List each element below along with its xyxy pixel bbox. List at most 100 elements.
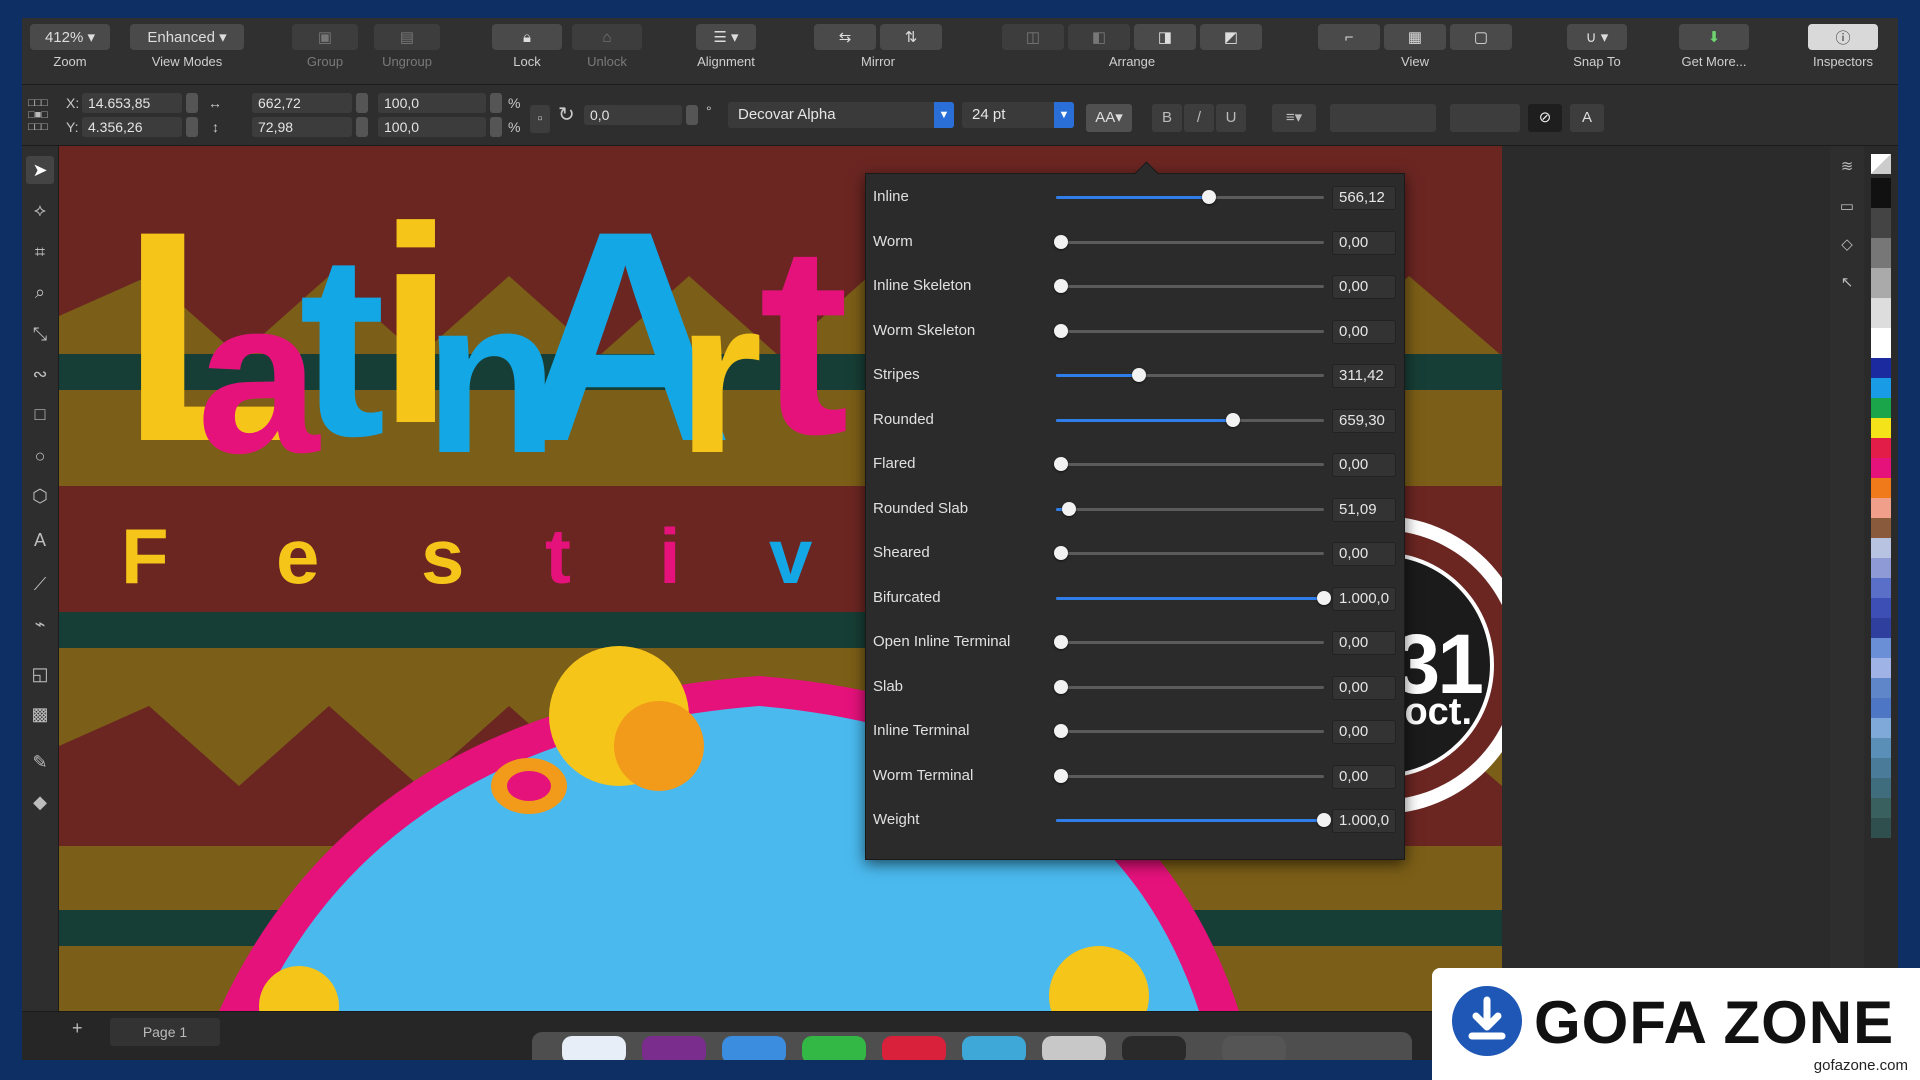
text-align-dropdown[interactable]: ≡▾ <box>1272 104 1316 132</box>
height-field[interactable]: 72,98 <box>252 117 352 137</box>
swatch-dark-teal[interactable] <box>1871 798 1891 818</box>
artistic-media-icon[interactable]: ∾ <box>26 360 54 388</box>
add-page-button[interactable]: + <box>72 1018 83 1039</box>
slider-knob[interactable] <box>1317 813 1331 827</box>
slider-knob[interactable] <box>1054 546 1069 560</box>
swatch-navy[interactable] <box>1871 358 1891 378</box>
slider-knob[interactable] <box>1054 279 1069 293</box>
swatch-cornflower[interactable] <box>1871 698 1891 718</box>
swatch-cyan[interactable] <box>1871 378 1891 398</box>
swatch-periwinkle[interactable] <box>1871 558 1891 578</box>
dock-app-2[interactable] <box>722 1036 786 1060</box>
width-field[interactable]: 662,72 <box>252 93 352 113</box>
variation-slider[interactable] <box>1056 368 1324 382</box>
view-mode-dropdown[interactable]: Enhanced ▾ <box>130 24 244 50</box>
variation-slider[interactable] <box>1054 323 1324 338</box>
scale-y-stepper[interactable] <box>490 117 502 137</box>
dock-app-1[interactable] <box>642 1036 706 1060</box>
variation-value-field[interactable]: 1.000,0 <box>1332 586 1396 611</box>
height-stepper[interactable] <box>356 117 368 137</box>
dock-app-3[interactable] <box>802 1036 866 1060</box>
slider-knob[interactable] <box>1054 234 1069 249</box>
tag-icon[interactable]: ◇ <box>1834 232 1860 258</box>
comments-icon[interactable]: ▭ <box>1834 194 1860 220</box>
slider-knob[interactable] <box>1062 501 1077 516</box>
variation-value-field[interactable]: 566,12 <box>1332 186 1396 210</box>
scale-y-field[interactable]: 100,0 <box>378 117 486 137</box>
x-position-field[interactable]: 14.653,85 <box>82 93 182 113</box>
slider-knob[interactable] <box>1054 635 1069 649</box>
variation-slider[interactable] <box>1054 457 1324 471</box>
drop-shadow-icon[interactable]: ◱ <box>26 660 54 688</box>
variation-slider[interactable] <box>1054 679 1324 694</box>
swatch-sky-blue[interactable] <box>1871 638 1891 658</box>
slider-knob[interactable] <box>1054 323 1069 338</box>
italic-button[interactable]: / <box>1184 104 1214 132</box>
y-position-field[interactable]: 4.356,26 <box>82 117 182 137</box>
swatch-teal-gray[interactable] <box>1871 778 1891 798</box>
arrange-forward-button[interactable]: ◧ <box>1068 24 1130 50</box>
rotation-field[interactable]: 0,0 <box>584 105 682 125</box>
slider-knob[interactable] <box>1054 457 1069 471</box>
swatch-peach[interactable] <box>1871 498 1891 518</box>
shape-tool-icon[interactable]: ⟡ <box>26 196 54 224</box>
arrange-back-button[interactable]: ◩ <box>1200 24 1262 50</box>
variation-slider[interactable] <box>1054 635 1324 649</box>
rotation-stepper[interactable] <box>686 105 698 125</box>
get-more-button[interactable]: ⬇ <box>1679 24 1749 50</box>
swatch-white[interactable] <box>1871 328 1891 358</box>
slider-knob[interactable] <box>1054 724 1069 738</box>
unlock-button[interactable]: ⌂ <box>572 24 642 50</box>
variation-value-field[interactable]: 0,00 <box>1332 631 1396 655</box>
slider-knob[interactable] <box>1317 590 1331 605</box>
variation-value-field[interactable]: 0,00 <box>1332 542 1396 566</box>
swatch-red[interactable] <box>1871 438 1891 458</box>
variation-value-field[interactable]: 311,42 <box>1332 364 1396 388</box>
text-case-controls[interactable] <box>1450 104 1520 132</box>
variation-slider[interactable] <box>1056 412 1324 427</box>
underline-button[interactable]: U <box>1216 104 1246 132</box>
variation-value-field[interactable]: 659,30 <box>1332 408 1396 433</box>
swatch-brown[interactable] <box>1871 518 1891 538</box>
slider-knob[interactable] <box>1225 412 1240 427</box>
swatch-green[interactable] <box>1871 398 1891 418</box>
swatch-yellow[interactable] <box>1871 418 1891 438</box>
ungroup-button[interactable]: ▤ <box>374 24 440 50</box>
lock-button[interactable]: 🔒︎ <box>492 24 562 50</box>
x-stepper[interactable] <box>186 93 198 113</box>
page-tab[interactable]: Page 1 <box>110 1018 220 1046</box>
text-spacing-controls[interactable] <box>1330 104 1436 132</box>
y-stepper[interactable] <box>186 117 198 137</box>
scale-x-stepper[interactable] <box>490 93 502 113</box>
variation-slider[interactable] <box>1054 724 1324 738</box>
view-guides-button[interactable]: ▢ <box>1450 24 1512 50</box>
fill-icon[interactable]: ◆ <box>26 788 54 816</box>
text-path-button[interactable]: ⊘ <box>1528 104 1562 132</box>
lock-ratio-icon[interactable]: ▫ <box>530 105 550 133</box>
slider-knob[interactable] <box>1201 190 1216 204</box>
swatch-black[interactable] <box>1871 178 1891 208</box>
swatch-slate-teal[interactable] <box>1871 818 1891 838</box>
freehand-tool-icon[interactable]: ⤡ <box>26 320 54 348</box>
transparency-icon[interactable]: ▩ <box>26 700 54 728</box>
swatch-dusty-blue[interactable] <box>1871 758 1891 778</box>
parallel-dimension-icon[interactable]: ⟋ <box>26 570 54 598</box>
variation-value-field[interactable]: 51,09 <box>1332 497 1396 522</box>
connector-tool-icon[interactable]: ⌁ <box>26 610 54 638</box>
variation-value-field[interactable]: 0,00 <box>1332 319 1396 344</box>
variation-value-field[interactable]: 0,00 <box>1332 275 1396 299</box>
variation-value-field[interactable]: 0,00 <box>1332 764 1396 789</box>
arrange-backward-button[interactable]: ◨ <box>1134 24 1196 50</box>
rectangle-tool-icon[interactable]: □ <box>26 400 54 428</box>
swatch-pale-blue[interactable] <box>1871 658 1891 678</box>
view-grid-button[interactable]: ▦ <box>1384 24 1446 50</box>
variation-value-field[interactable]: 0,00 <box>1332 453 1396 477</box>
layers-icon[interactable]: ≋ <box>1834 154 1860 180</box>
swatch-magenta[interactable] <box>1871 458 1891 478</box>
pick-tool-icon[interactable]: ➤ <box>26 156 54 184</box>
snap-to-dropdown[interactable]: ∪ ▾ <box>1567 24 1627 50</box>
swatch-steel-blue[interactable] <box>1871 678 1891 698</box>
variation-slider[interactable] <box>1056 501 1324 516</box>
font-variations-button[interactable]: AA▾ <box>1086 104 1132 132</box>
swatch-gray[interactable] <box>1871 238 1891 268</box>
